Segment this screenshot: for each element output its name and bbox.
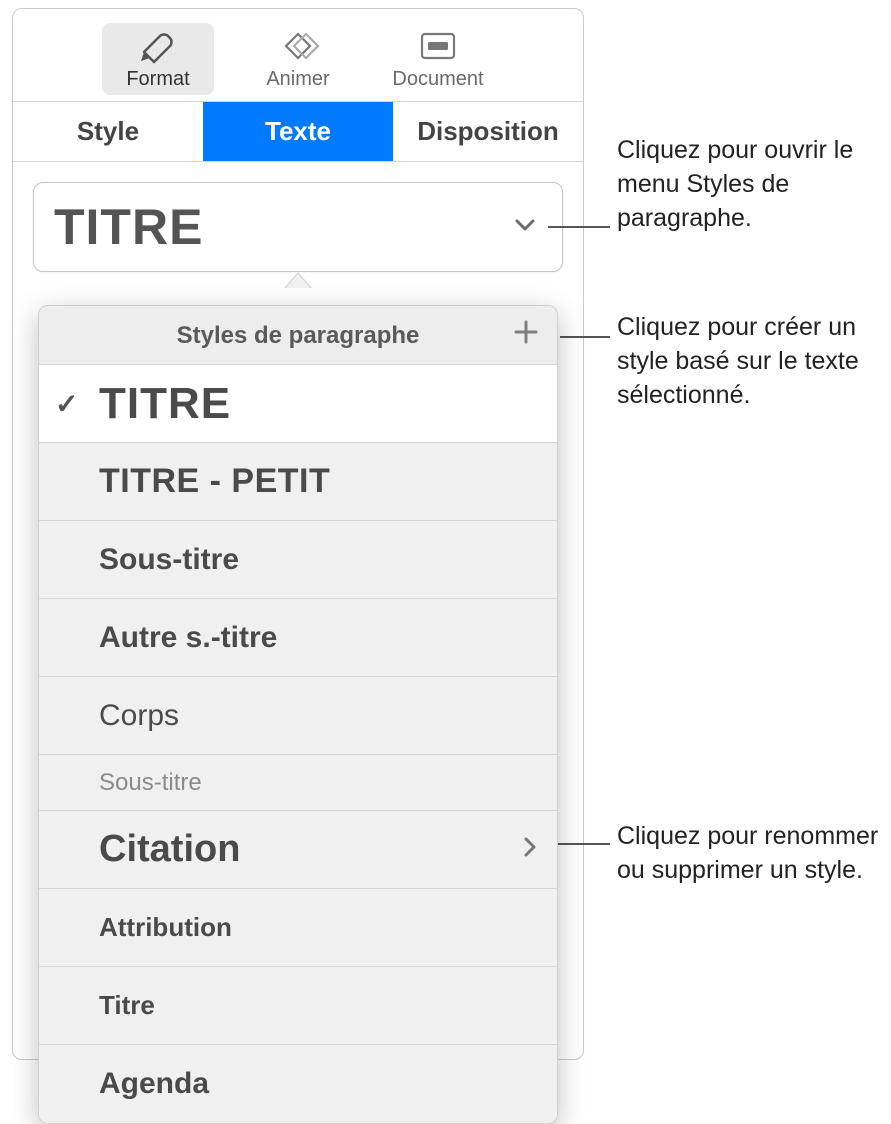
style-item-titre-petit[interactable]: TITRE - PETIT <box>39 443 557 521</box>
callout-open-menu: Cliquez pour ouvrir le menu Styles de pa… <box>617 134 891 235</box>
toolbar-button-animer[interactable]: Animer <box>242 23 354 95</box>
chevron-right-icon[interactable] <box>523 836 537 864</box>
toolbar-label-document: Document <box>392 68 483 91</box>
document-icon <box>416 29 460 65</box>
subtab-texte[interactable]: Texte <box>203 102 393 161</box>
check-icon: ✓ <box>55 387 79 420</box>
brush-icon <box>136 29 180 65</box>
subtab-disposition[interactable]: Disposition <box>393 102 583 161</box>
callout-create-style: Cliquez pour créer un style basé sur le … <box>617 311 891 412</box>
paragraph-style-dropdown[interactable]: TITRE <box>33 182 563 272</box>
inspector-toolbar: Format Animer Document <box>13 9 583 102</box>
diamond-icon <box>276 29 320 65</box>
style-item-label: TITRE <box>99 379 231 429</box>
style-item-titre[interactable]: ✓ TITRE <box>39 365 557 443</box>
toolbar-label-animer: Animer <box>266 68 329 91</box>
style-item-label: Sous-titre <box>99 769 202 797</box>
style-item-label: Titre <box>99 990 155 1021</box>
style-item-label: TITRE - PETIT <box>99 462 330 501</box>
style-item-agenda[interactable]: Agenda <box>39 1045 557 1123</box>
style-item-sous-titre-2[interactable]: Sous-titre <box>39 755 557 811</box>
style-item-label: Corps <box>99 699 179 733</box>
paragraph-style-area: TITRE <box>13 162 583 272</box>
style-item-label: Autre s.-titre <box>99 621 277 655</box>
style-item-label: Citation <box>99 828 240 871</box>
popover-pointer <box>284 272 312 288</box>
toolbar-label-format: Format <box>126 68 189 91</box>
subtab-style[interactable]: Style <box>13 102 203 161</box>
popover-header: Styles de paragraphe <box>39 306 557 365</box>
current-paragraph-style: TITRE <box>54 198 203 256</box>
paragraph-style-list: ✓ TITRE TITRE - PETIT Sous-titre Autre s… <box>39 365 557 1123</box>
add-style-button[interactable] <box>513 319 539 351</box>
style-item-label: Agenda <box>99 1067 209 1101</box>
popover-title: Styles de paragraphe <box>177 322 420 349</box>
style-item-autre-sous-titre[interactable]: Autre s.-titre <box>39 599 557 677</box>
callout-leader <box>552 843 610 845</box>
chevron-down-icon <box>512 212 538 243</box>
style-item-attribution[interactable]: Attribution <box>39 889 557 967</box>
style-item-sous-titre[interactable]: Sous-titre <box>39 521 557 599</box>
toolbar-button-format[interactable]: Format <box>102 23 214 95</box>
style-item-label: Sous-titre <box>99 543 239 577</box>
callout-rename-delete: Cliquez pour renommer ou supprimer un st… <box>617 820 891 888</box>
style-item-titre-2[interactable]: Titre <box>39 967 557 1045</box>
style-item-corps[interactable]: Corps <box>39 677 557 755</box>
inspector-subtabs: Style Texte Disposition <box>13 102 583 162</box>
style-item-label: Attribution <box>99 912 232 943</box>
style-item-citation[interactable]: Citation <box>39 811 557 889</box>
callout-leader <box>560 336 610 338</box>
toolbar-button-document[interactable]: Document <box>382 23 494 95</box>
callout-leader <box>548 226 610 228</box>
paragraph-styles-popover: Styles de paragraphe ✓ TITRE TITRE - PET… <box>38 305 558 1124</box>
